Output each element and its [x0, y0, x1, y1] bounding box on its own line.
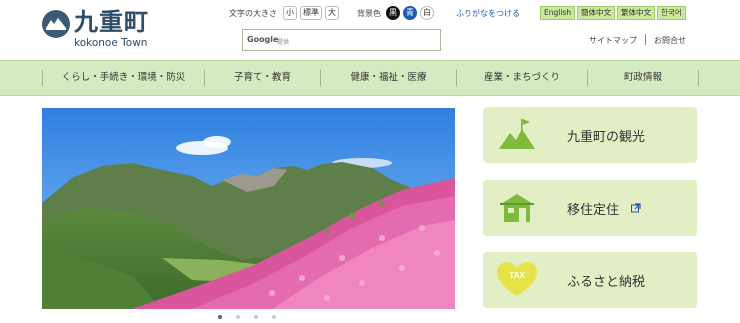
global-nav: くらし・手続き・環境・防災 子育て・教育 健康・福祉・医療 産業・まちづくり 町… — [0, 60, 740, 96]
bg-white-button[interactable]: 白 — [420, 6, 434, 20]
google-brand: Google — [247, 35, 279, 44]
house-icon — [497, 190, 537, 226]
site-logo[interactable]: 九重町 kokonoe Town — [42, 8, 162, 50]
slider-dot[interactable] — [254, 315, 258, 319]
slider-pagination — [218, 315, 276, 319]
external-link-icon — [631, 203, 641, 213]
font-size-label: 文字の大きさ — [229, 8, 277, 18]
nav-divider — [698, 70, 699, 86]
card-tourism-label: 九重町の観光 — [567, 130, 646, 145]
lang-traditional-chinese-button[interactable]: 繁体中文 — [617, 6, 655, 20]
contact-link[interactable]: お問合せ — [654, 35, 686, 46]
slider-dot[interactable] — [218, 315, 222, 319]
card-furusato-tax[interactable]: TAX ふるさと納税 — [483, 252, 697, 308]
nav-item-industry[interactable]: 産業・まちづくり — [457, 61, 587, 95]
tax-heart-icon: TAX — [497, 262, 537, 298]
bg-blue-button[interactable]: 青 — [403, 6, 417, 20]
tax-icon-text: TAX — [509, 271, 525, 280]
font-size-standard-button[interactable]: 標準 — [300, 6, 322, 20]
hero-slide-image[interactable] — [42, 108, 455, 309]
sitemap-link[interactable]: サイトマップ — [589, 35, 637, 46]
font-size-large-button[interactable]: 大 — [325, 6, 339, 20]
logo-title: 九重町 — [74, 8, 149, 36]
logo-subtitle: kokonoe Town — [74, 37, 148, 49]
bg-color-label: 背景色 — [357, 8, 381, 18]
card-furusato-tax-label: ふるさと納税 — [567, 275, 646, 290]
search-input[interactable]: Google 提供 — [242, 29, 441, 51]
search-placeholder: 提供 — [277, 39, 290, 46]
nav-item-childcare[interactable]: 子育て・教育 — [205, 61, 320, 95]
lang-english-button[interactable]: English — [540, 6, 576, 20]
lang-korean-button[interactable]: 한국어 — [657, 6, 686, 20]
nav-item-living[interactable]: くらし・手続き・環境・防災 — [43, 61, 204, 95]
card-tourism[interactable]: 九重町の観光 — [483, 107, 697, 163]
nav-item-government[interactable]: 町政情報 — [588, 61, 698, 95]
slider-dot[interactable] — [272, 315, 276, 319]
card-relocation[interactable]: 移住定住 — [483, 180, 697, 236]
furigana-link[interactable]: ふりがなをつける — [456, 8, 520, 19]
util-divider — [645, 34, 646, 45]
bg-black-button[interactable]: 黒 — [386, 6, 400, 20]
lang-simplified-chinese-button[interactable]: 簡体中文 — [577, 6, 615, 20]
slider-dot[interactable] — [236, 315, 240, 319]
mountain-flag-icon — [497, 117, 537, 153]
font-size-controls: 文字の大きさ 小 標準 大 — [229, 5, 339, 21]
card-relocation-label: 移住定住 — [567, 203, 620, 218]
bg-color-controls: 背景色 黒 青 白 — [357, 5, 434, 21]
nav-item-health[interactable]: 健康・福祉・医療 — [321, 61, 456, 95]
font-size-small-button[interactable]: 小 — [283, 6, 297, 20]
town-emblem-icon — [42, 10, 70, 38]
